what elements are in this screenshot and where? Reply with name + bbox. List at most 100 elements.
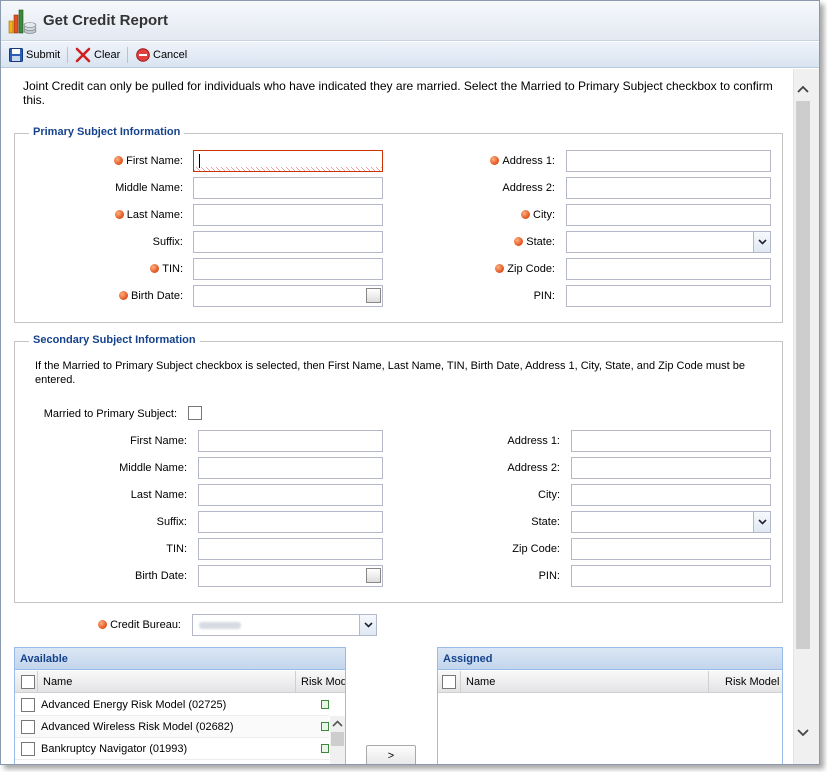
calendar-icon[interactable]: [366, 568, 381, 583]
primary-pin-input[interactable]: [566, 285, 771, 307]
scrollbar-thumb[interactable]: [796, 101, 810, 649]
secondary-address2-input[interactable]: [571, 457, 771, 479]
assigned-select-all-checkbox[interactable]: [442, 675, 456, 689]
row-checkbox[interactable]: [21, 698, 35, 712]
table-row[interactable]: Advanced Wireless Risk Model (02682): [15, 716, 329, 738]
available-panel-title: Available: [15, 648, 345, 670]
chevron-down-icon[interactable]: [359, 615, 376, 635]
required-dot-icon: [119, 291, 129, 300]
secondary-subject-group: Secondary Subject Information If the Mar…: [14, 334, 783, 603]
secondary-subject-note: If the Married to Primary Subject checkb…: [35, 360, 745, 386]
available-risk-column[interactable]: Risk Model: [295, 671, 345, 693]
joint-credit-intro: Joint Credit can only be pulled for indi…: [23, 79, 773, 107]
scroll-down-arrow-icon[interactable]: [794, 725, 812, 741]
scroll-up-arrow-icon[interactable]: [330, 718, 345, 730]
primary-address1-input[interactable]: [566, 150, 771, 172]
risk-model-icon: [321, 700, 329, 709]
toolbar-separator: [127, 47, 128, 63]
primary-birth-date-input[interactable]: [193, 285, 383, 307]
secondary-first-name-label: First Name:: [130, 435, 187, 447]
credit-report-app-icon: [8, 9, 37, 34]
secondary-tin-input[interactable]: [198, 538, 383, 560]
available-grid-header: Name Risk Model: [15, 671, 345, 693]
secondary-suffix-label: Suffix:: [156, 516, 187, 528]
secondary-suffix-input[interactable]: [198, 511, 383, 533]
primary-address1-label: Address 1:: [445, 154, 555, 168]
assigned-name-column[interactable]: Name: [460, 671, 710, 693]
secondary-middle-name-input[interactable]: [198, 457, 383, 479]
secondary-pin-input[interactable]: [571, 565, 771, 587]
primary-first-name-input[interactable]: [193, 150, 383, 172]
secondary-tin-label: TIN:: [166, 543, 187, 555]
secondary-state-label: State:: [531, 516, 560, 528]
secondary-address2-label: Address 2:: [507, 462, 560, 474]
cancel-button[interactable]: Cancel: [136, 46, 187, 64]
secondary-last-name-input[interactable]: [198, 484, 383, 506]
secondary-state-select[interactable]: [571, 511, 771, 533]
submit-label: Submit: [26, 49, 61, 61]
title-bar: Get Credit Report: [1, 1, 819, 41]
primary-middle-name-label: Middle Name:: [115, 182, 183, 194]
vertical-scrollbar[interactable]: [793, 69, 819, 764]
primary-zip-label: Zip Code:: [445, 262, 555, 276]
primary-last-name-input[interactable]: [193, 204, 383, 226]
grid-scroll-thumb[interactable]: [331, 732, 344, 746]
primary-subject-legend: Primary Subject Information: [29, 126, 185, 138]
required-dot-icon: [514, 237, 524, 246]
row-name: Advanced Wireless Risk Model (02682): [41, 721, 234, 733]
secondary-zip-input[interactable]: [571, 538, 771, 560]
primary-tin-input[interactable]: [193, 258, 383, 280]
row-name: Bankruptcy Navigator (01993): [41, 743, 188, 755]
primary-zip-input[interactable]: [566, 258, 771, 280]
primary-tin-label: TIN:: [75, 262, 183, 276]
secondary-address1-label: Address 1:: [507, 435, 560, 447]
available-panel: Available Name Risk Model Advanced Energ…: [14, 647, 346, 764]
credit-bureau-select[interactable]: [192, 614, 377, 636]
available-grid-scrollbar[interactable]: [330, 716, 345, 764]
assigned-risk-column[interactable]: Risk Model: [708, 671, 782, 693]
toolbar: Submit Clear Cancel: [1, 42, 819, 68]
get-credit-report-window: Get Credit Report Submit Clear Cancel Jo…: [0, 0, 820, 765]
blurred-value-mask: [199, 622, 241, 629]
secondary-birth-date-label: Birth Date:: [135, 570, 187, 582]
secondary-last-name-label: Last Name:: [130, 489, 187, 501]
row-checkbox[interactable]: [21, 742, 35, 756]
required-dot-icon: [495, 264, 505, 273]
secondary-zip-label: Zip Code:: [512, 543, 560, 555]
move-to-assigned-button[interactable]: >: [366, 745, 416, 764]
assigned-panel-title: Assigned: [438, 648, 782, 670]
calendar-icon[interactable]: [366, 288, 381, 303]
credit-bureau-label: Credit Bureau:: [81, 618, 181, 632]
required-dot-icon: [521, 210, 530, 219]
table-row[interactable]: Bankruptcy Navigator (01993): [15, 738, 329, 760]
clear-button[interactable]: Clear: [75, 46, 120, 64]
secondary-city-input[interactable]: [571, 484, 771, 506]
window-title: Get Credit Report: [43, 12, 169, 29]
primary-subject-group: Primary Subject Information First Name: …: [14, 126, 783, 323]
row-checkbox[interactable]: [21, 720, 35, 734]
toolbar-separator: [67, 47, 68, 63]
table-row[interactable]: Advanced Energy Risk Model (02725): [15, 694, 329, 716]
secondary-middle-name-label: Middle Name:: [119, 462, 187, 474]
primary-address2-input[interactable]: [566, 177, 771, 199]
form-content: Joint Credit can only be pulled for indi…: [1, 69, 793, 764]
secondary-first-name-input[interactable]: [198, 430, 383, 452]
primary-state-select[interactable]: [566, 231, 771, 253]
primary-city-input[interactable]: [566, 204, 771, 226]
chevron-down-icon[interactable]: [753, 232, 770, 252]
married-to-primary-checkbox[interactable]: [188, 406, 202, 420]
submit-button[interactable]: Submit: [9, 46, 60, 64]
risk-model-icon: [321, 744, 329, 753]
available-name-column[interactable]: Name: [37, 671, 295, 693]
available-select-all-checkbox[interactable]: [21, 675, 35, 689]
secondary-birth-date-input[interactable]: [198, 565, 383, 587]
secondary-city-label: City:: [538, 489, 560, 501]
primary-suffix-input[interactable]: [193, 231, 383, 253]
clear-label: Clear: [94, 49, 121, 61]
chevron-down-icon[interactable]: [753, 512, 770, 532]
scroll-up-arrow-icon[interactable]: [794, 81, 812, 97]
secondary-address1-input[interactable]: [571, 430, 771, 452]
primary-suffix-label: Suffix:: [152, 236, 183, 248]
primary-pin-label: PIN:: [533, 290, 555, 302]
primary-middle-name-input[interactable]: [193, 177, 383, 199]
